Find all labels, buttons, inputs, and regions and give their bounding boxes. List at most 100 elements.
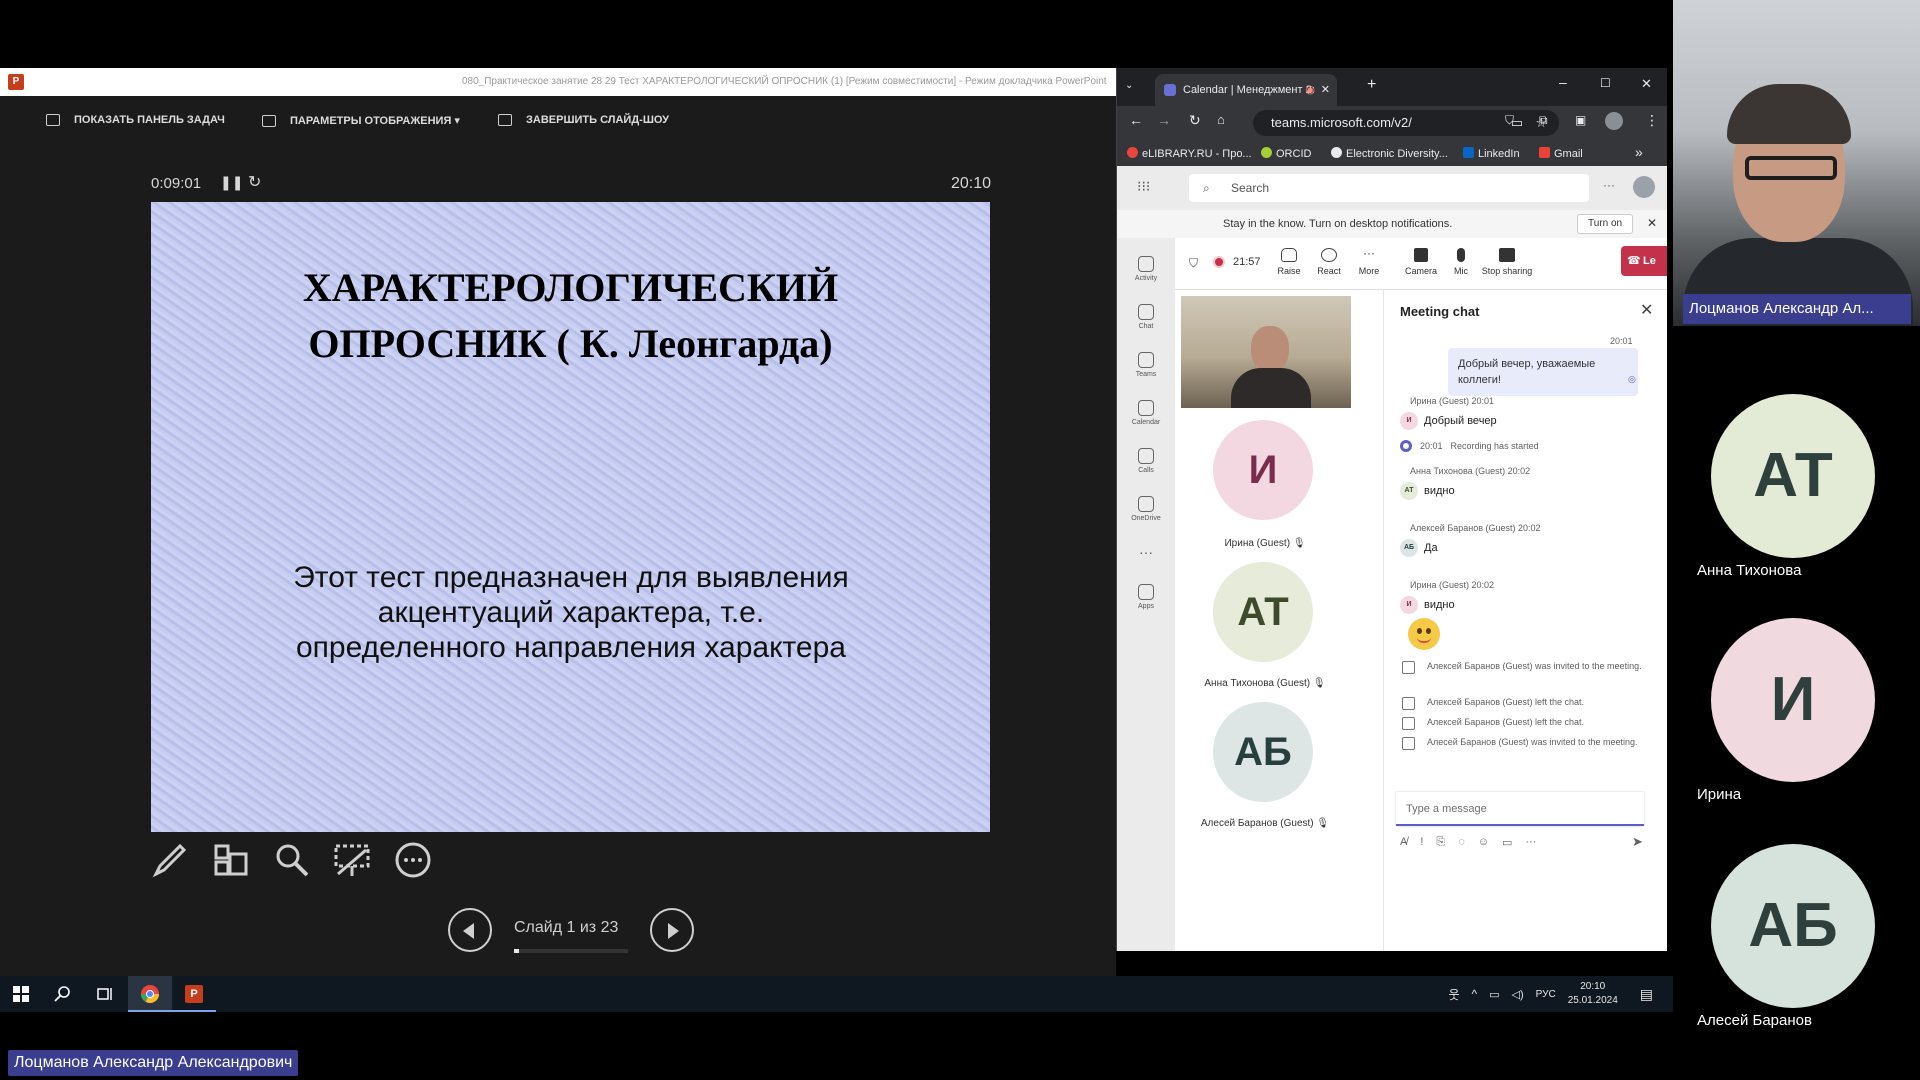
powerpoint-presenter-window: P 080_Практическое занятие 28 29 Тест ХА… [0,68,1116,976]
tab-search-icon[interactable]: ⌄ [1125,80,1133,91]
previous-slide-button[interactable] [448,908,492,952]
restart-timer-icon[interactable]: ↻ [248,172,261,192]
slide-counter[interactable]: Слайд 1 из 23 [514,919,644,937]
profile-avatar-icon[interactable] [1605,112,1623,130]
end-slideshow-button[interactable]: ЗАВЕРШИТЬ СЛАЙД-ШОУ [498,114,669,126]
participant-avatar-0[interactable]: И [1213,420,1313,520]
shared-video-tile[interactable] [1181,296,1351,408]
message-input[interactable]: Type a message [1396,792,1644,826]
chrome-taskbar-button[interactable] [128,976,172,1012]
bookmark-linkedin[interactable]: LinkedIn [1463,147,1520,160]
windows-start-icon[interactable] [12,985,30,1003]
search-icon[interactable] [54,985,72,1003]
gallery-avatar-1[interactable]: И [1711,618,1875,782]
tray-chevron-icon[interactable]: ^ [1472,987,1478,1001]
back-icon[interactable]: ← [1129,112,1143,128]
leave-button[interactable]: ☎ Le [1621,246,1667,276]
extension-shield-icon[interactable]: ⛉ [1505,113,1514,128]
zoom-icon[interactable] [272,840,312,880]
new-tab-icon[interactable]: + [1367,76,1376,94]
slide-progress-bar [514,949,628,953]
emoji-icon[interactable]: ☺ [1478,836,1489,849]
taskbar-clock[interactable]: 20:10 25.01.2024 [1568,980,1618,1008]
close-window-icon[interactable]: ✕ [1641,76,1652,92]
pen-tool-icon[interactable] [150,840,190,880]
current-slide[interactable]: ХАРАКТЕРОЛОГИЧЕСКИЙ ОПРОСНИК ( К. Леонга… [151,202,990,832]
settings-more-icon[interactable]: ··· [1603,178,1615,192]
pause-icon[interactable]: ❚❚ [220,174,243,191]
dismiss-banner-icon[interactable]: ✕ [1647,216,1657,230]
participant-avatar-2[interactable]: АБ [1213,702,1313,802]
input-language[interactable]: РУС [1536,989,1556,1000]
reload-icon[interactable]: ↻ [1189,112,1201,129]
close-tab-icon[interactable]: ✕ [1321,74,1330,106]
attach-icon[interactable]: ⎘ [1436,836,1445,849]
avatar-initials: АТ [1237,590,1289,634]
rail-calls[interactable]: Calls [1117,448,1175,474]
presenter-video-tile[interactable]: Лоцманов Александр Ал... [1673,0,1920,326]
notification-banner: Stay in the know. Turn on desktop notifi… [1117,210,1667,238]
rail-apps[interactable]: Apps [1117,584,1175,610]
side-panel-icon[interactable]: ▣ [1575,113,1586,127]
show-taskbar-button[interactable]: ПОКАЗАТЬ ПАНЕЛЬ ЗАДАЧ [46,114,225,126]
rail-teams[interactable]: Teams [1117,352,1175,378]
send-icon[interactable]: ➤ [1632,834,1643,850]
bookmark-orcid[interactable]: ORCID [1261,147,1311,160]
next-slide-button[interactable] [650,908,694,952]
participant-avatar-1[interactable]: АТ [1213,562,1313,662]
volume-icon[interactable]: ◁) [1512,988,1524,1001]
control-label: Camera [1404,266,1437,276]
gmail-icon [1539,147,1550,158]
stop-sharing-button[interactable]: Stop sharing [1481,248,1533,276]
format-icon[interactable]: A̸ [1400,836,1407,849]
user-avatar[interactable] [1633,176,1655,198]
control-label: React [1317,266,1341,276]
black-screen-icon[interactable] [332,840,372,880]
rail-chat[interactable]: Chat [1117,304,1175,330]
close-chat-icon[interactable]: ✕ [1640,300,1653,320]
app-launcher-icon[interactable]: ⁝⁝⁝ [1137,178,1150,195]
gallery-name-0: Анна Тихонова [1697,562,1802,579]
minimize-icon[interactable]: – [1559,74,1567,90]
task-view-icon[interactable] [96,985,114,1003]
camera-button[interactable]: Camera [1399,248,1443,276]
raise-hand-button[interactable]: Raise [1267,248,1311,276]
current-time: 20:10 [951,175,992,192]
loop-icon[interactable]: ◌ [1458,836,1465,849]
mic-off-icon: 🎙 [1316,818,1330,829]
gif-icon[interactable]: ▭ [1502,836,1512,849]
bookmark-gmail[interactable]: Gmail [1539,147,1583,160]
gallery-avatar-2[interactable]: АБ [1711,844,1875,1008]
stop-share-icon [1499,248,1515,262]
mic-button[interactable]: Mic [1439,248,1483,276]
rail-onedrive[interactable]: OneDrive [1117,496,1175,522]
bookmark-label: eLIBRARY.RU - Про... [1142,148,1252,160]
network-icon[interactable]: ▭ [1489,988,1499,1001]
bookmark-elibrary[interactable]: eLIBRARY.RU - Про... [1127,147,1252,160]
bookmarks-overflow-icon[interactable]: » [1635,144,1643,160]
rail-activity[interactable]: Activity [1117,256,1175,282]
teams-search-input[interactable]: ⌕ Search [1189,174,1589,202]
more-compose-icon[interactable]: ··· [1525,836,1536,849]
powerpoint-taskbar-button[interactable]: P [172,976,216,1012]
react-button[interactable]: React [1307,248,1351,276]
elapsed-timer: 0:09:01 [151,175,202,192]
rail-calendar[interactable]: Calendar [1117,400,1175,426]
browser-menu-icon[interactable]: ⋮ [1645,112,1659,129]
home-icon[interactable]: ⌂ [1217,112,1225,127]
important-icon[interactable]: ! [1420,836,1423,849]
extensions-icon[interactable]: ⧉ [1539,113,1548,128]
display-settings-button[interactable]: ПАРАМЕТРЫ ОТОБРАЖЕНИЯ ▾ [262,114,460,127]
more-actions-button[interactable]: ··· More [1347,247,1391,276]
bookmark-electronic-diversity[interactable]: Electronic Diversity... [1331,147,1448,160]
maximize-icon[interactable]: ☐ [1600,76,1611,90]
person-icon[interactable]: 웃 [1448,986,1459,1003]
turn-on-button[interactable]: Turn on [1577,214,1634,234]
gallery-avatar-0[interactable]: АТ [1711,394,1875,558]
tab-title: Calendar | Менеджмент 2: [1183,84,1315,96]
action-center-icon[interactable]: ▤ [1640,986,1653,1003]
browser-tab-calendar[interactable]: Calendar | Менеджмент 2: ◉ ✕ [1155,74,1337,106]
more-options-icon[interactable] [393,840,433,880]
forward-icon[interactable]: → [1157,112,1171,128]
see-all-slides-icon[interactable] [210,840,250,880]
